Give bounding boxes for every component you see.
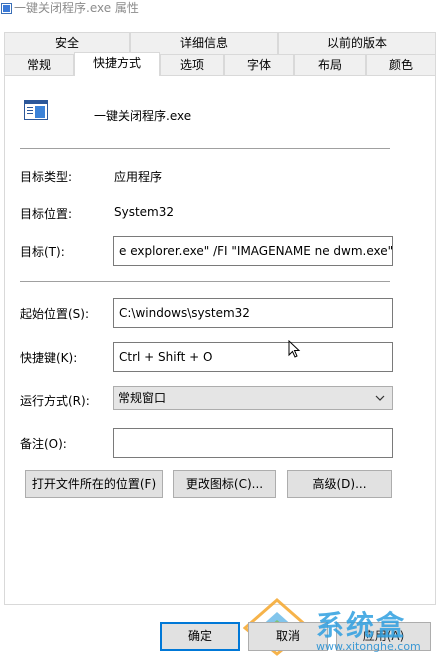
comment-label: 备注(O):: [20, 437, 67, 451]
tab-previous-versions[interactable]: 以前的版本: [278, 32, 436, 54]
hotkey-field[interactable]: Ctrl + Shift + O: [113, 342, 393, 372]
title-bar: 一键关闭程序.exe 属性: [0, 0, 438, 28]
mouse-cursor-icon: [288, 339, 302, 360]
tab-font[interactable]: 字体: [224, 54, 294, 76]
tab-general[interactable]: 常规: [4, 54, 74, 76]
tab-colors[interactable]: 颜色: [366, 54, 436, 76]
separator: [20, 148, 390, 149]
tab-details[interactable]: 详细信息: [130, 32, 278, 54]
comment-field[interactable]: [113, 428, 393, 458]
run-label: 运行方式(R):: [20, 394, 90, 408]
advanced-button[interactable]: 高级(D)...: [287, 470, 392, 498]
target-location-value: System32: [114, 205, 175, 219]
app-icon-small: [1, 3, 12, 14]
start-in-label: 起始位置(S):: [20, 307, 90, 321]
run-mode-value: 常规窗口: [118, 391, 167, 405]
target-label: 目标(T):: [20, 245, 65, 259]
ok-button[interactable]: 确定: [160, 622, 240, 651]
program-icon: [24, 100, 48, 120]
target-field[interactable]: e explorer.exe" /FI "IMAGENAME ne dwm.ex…: [113, 236, 393, 266]
target-location-label: 目标位置:: [20, 207, 73, 221]
hotkey-label: 快捷键(K):: [20, 351, 78, 365]
watermark-text: 系统盒: [316, 609, 407, 642]
run-mode-select[interactable]: 常规窗口: [113, 386, 393, 410]
open-file-location-button[interactable]: 打开文件所在的位置(F): [25, 470, 163, 498]
window-title: 一键关闭程序.exe 属性: [14, 1, 139, 15]
tab-layout[interactable]: 布局: [294, 54, 366, 76]
tab-shortcut[interactable]: 快捷方式: [74, 52, 160, 76]
shortcut-panel: [4, 75, 436, 605]
target-type-label: 目标类型:: [20, 170, 73, 184]
tab-options[interactable]: 选项: [160, 54, 224, 76]
target-type-value: 应用程序: [114, 170, 163, 184]
chevron-down-icon: [374, 387, 386, 417]
start-in-field[interactable]: C:\windows\system32: [113, 298, 393, 328]
watermark-url: www.xitonghe.com: [316, 640, 421, 653]
tab-security[interactable]: 安全: [4, 32, 130, 54]
change-icon-button[interactable]: 更改图标(C)...: [173, 470, 276, 498]
file-name: 一键关闭程序.exe: [94, 109, 192, 123]
separator: [20, 281, 390, 282]
